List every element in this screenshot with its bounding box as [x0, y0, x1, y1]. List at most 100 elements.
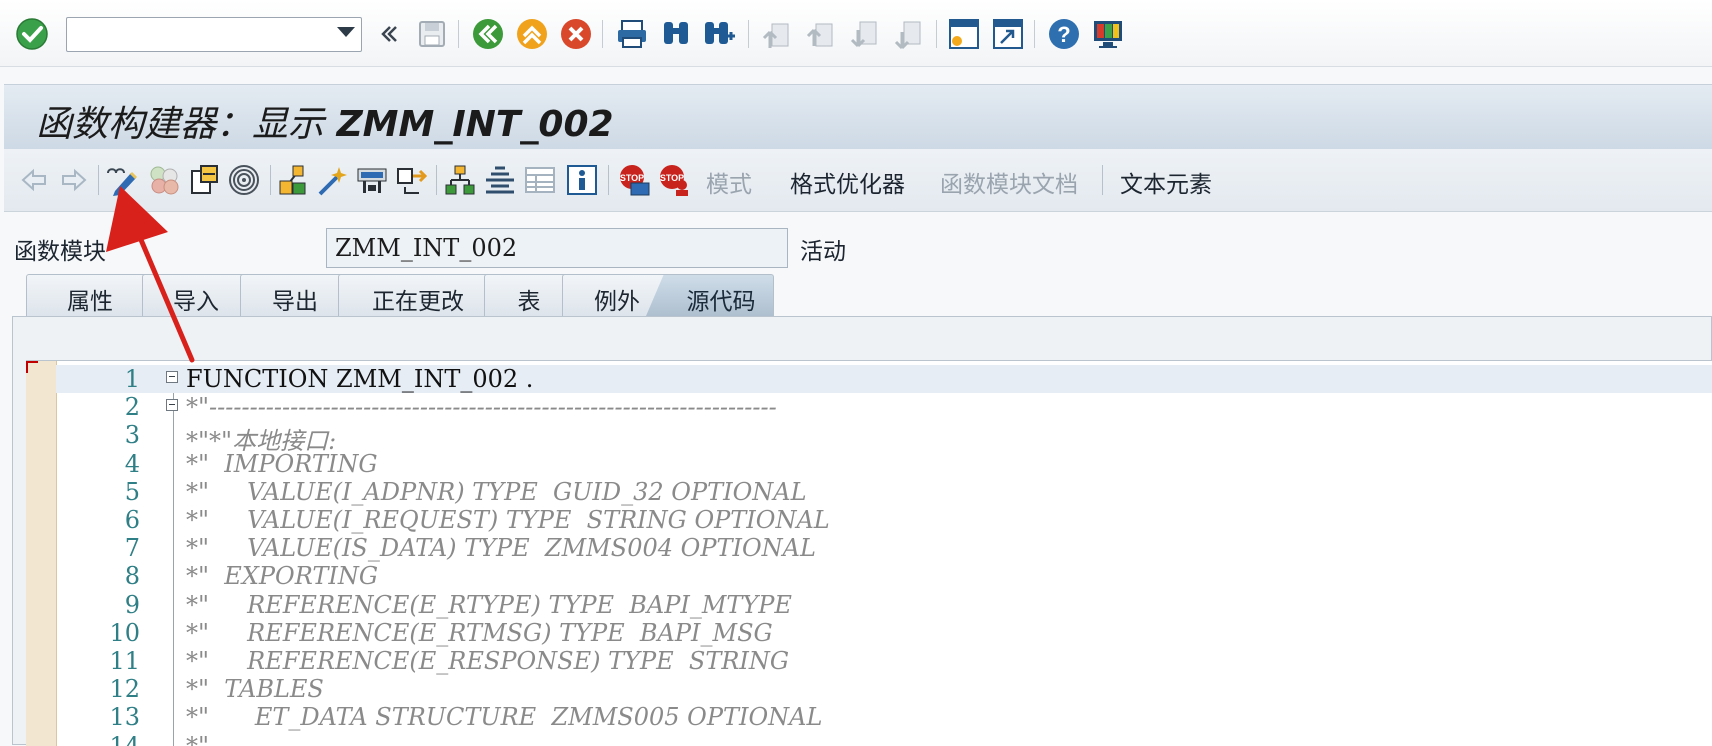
code-text: *"--------------------------------------… — [186, 731, 777, 746]
find-next-icon[interactable] — [702, 16, 738, 52]
title-bar: 函数构建器：显示 ZMM_INT_002 — [4, 84, 1712, 149]
command-input[interactable] — [73, 18, 327, 51]
code-text: *" REFERENCE(E_RTYPE) TYPE BAPI_MTYPE — [186, 590, 792, 619]
function-module-label: 函数模块 — [14, 238, 106, 264]
tab-label: 属性 — [67, 288, 113, 314]
exit-icon[interactable] — [514, 16, 550, 52]
code-line[interactable]: 6 *" VALUE(I_REQUEST) TYPE STRING OPTIONA… — [56, 506, 1712, 534]
code-text: FUNCTION ZMM_INT_002 . — [186, 365, 534, 393]
tab-label: 导入 — [173, 288, 219, 314]
pattern-button[interactable]: 模式 — [706, 165, 752, 199]
tab-label: 导出 — [272, 288, 318, 314]
page-title: 函数构建器：显示 ZMM_INT_002 — [36, 95, 614, 147]
next-page-icon[interactable] — [846, 16, 882, 52]
navigation-window-icon[interactable] — [482, 162, 518, 198]
activate-icon[interactable] — [314, 162, 350, 198]
line-number: 7 — [124, 534, 140, 563]
last-page-icon[interactable] — [890, 16, 926, 52]
help-icon[interactable]: ? — [1046, 16, 1082, 52]
tab-tables[interactable]: 表 — [484, 274, 574, 316]
fold-toggle-icon[interactable] — [166, 399, 178, 412]
object-list-icon[interactable] — [442, 162, 478, 198]
line-number: 11 — [109, 647, 140, 675]
enter-icon[interactable] — [14, 16, 50, 52]
line-number: 1 — [124, 365, 140, 393]
find-icon[interactable] — [658, 16, 694, 52]
code-text: *" EXPORTING — [186, 562, 379, 591]
code-line[interactable]: 5 *" VALUE(I_ADPNR) TYPE GUID_32 OPTIONAL — [56, 478, 1712, 506]
code-line[interactable]: 14 *"------------------------------------… — [56, 732, 1712, 746]
test-icon[interactable] — [354, 162, 390, 198]
text-elements-button[interactable]: 文本元素 — [1120, 165, 1212, 199]
first-page-icon[interactable] — [758, 16, 794, 52]
application-toolbar: STOP STOP 模式 格式优化器 函数模块文档 文本元素 — [4, 149, 1712, 212]
code-text: *" VALUE(IS_DATA) TYPE ZMMS004 OPTIONAL — [186, 534, 816, 563]
code-text: *" REFERENCE(E_RESPONSE) TYPE STRING — [186, 647, 790, 675]
system-toolbar: ? — [0, 0, 1712, 67]
active-inactive-icon[interactable] — [146, 162, 182, 198]
title-object: ZMM_INT_002 — [336, 104, 614, 145]
forward-arrow-icon[interactable] — [56, 162, 92, 198]
info-icon[interactable] — [564, 162, 600, 198]
code-text: *" ET_DATA STRUCTURE ZMMS005 OPTIONAL — [186, 703, 823, 732]
cursor-marker — [26, 361, 38, 373]
code-line[interactable]: 8 *" EXPORTING — [56, 562, 1712, 590]
code-line[interactable]: 2 *"-------------------------------------… — [56, 393, 1712, 421]
function-module-field[interactable]: ZMM_INT_002 — [326, 228, 788, 268]
line-number: 9 — [124, 590, 140, 619]
print-icon[interactable] — [614, 16, 650, 52]
code-line[interactable]: 13 *" ET_DATA STRUCTURE ZMMS005 OPTIONAL — [56, 703, 1712, 731]
line-number: 10 — [109, 618, 140, 647]
command-field[interactable] — [66, 17, 362, 52]
customize-layout-icon[interactable] — [1090, 16, 1126, 52]
new-session-icon[interactable] — [946, 16, 982, 52]
tab-source-code[interactable]: 源代码 — [646, 274, 774, 316]
expand-export-icon[interactable] — [394, 162, 430, 198]
layout-icon[interactable] — [522, 162, 558, 198]
shortcut-icon[interactable] — [990, 16, 1026, 52]
status-text: 活动 — [800, 238, 846, 264]
line-number: 8 — [124, 562, 140, 591]
svg-text:?: ? — [1057, 22, 1070, 47]
external-breakpoint-icon[interactable]: STOP — [656, 162, 692, 198]
code-line[interactable]: 11 *" REFERENCE(E_RESPONSE) TYPE STRING — [56, 647, 1712, 675]
tab-attributes[interactable]: 属性 — [26, 274, 154, 316]
check-icon[interactable] — [276, 162, 312, 198]
line-number: 4 — [124, 449, 140, 478]
back-arrow-icon[interactable] — [16, 162, 52, 198]
fold-toggle-icon[interactable] — [166, 371, 178, 383]
code-editor[interactable]: 1 FUNCTION ZMM_INT_002 . 2 *"--------------… — [26, 360, 1712, 746]
code-line[interactable]: 9 *" REFERENCE(E_RTYPE) TYPE BAPI_MTYPE — [56, 591, 1712, 619]
chevron-down-icon[interactable] — [337, 27, 355, 37]
code-text: *" TABLES — [186, 675, 324, 704]
previous-page-icon[interactable] — [802, 16, 838, 52]
title-prefix: 函数构建器：显示 — [36, 104, 325, 145]
pretty-printer-button[interactable]: 格式优化器 — [790, 165, 905, 199]
collapse-double-chevron-icon[interactable] — [370, 16, 406, 52]
code-line[interactable]: 7 *" VALUE(IS_DATA) TYPE ZMMS004 OPTIONAL — [56, 534, 1712, 562]
code-text: *"--------------------------------------… — [186, 393, 777, 422]
code-line[interactable]: 1 FUNCTION ZMM_INT_002 . — [56, 365, 1712, 393]
editor-margin — [26, 361, 57, 746]
where-used-list-icon[interactable] — [226, 162, 262, 198]
other-object-icon[interactable] — [188, 162, 224, 198]
code-line[interactable]: 10 *" REFERENCE(E_RTMSG) TYPE BAPI_MSG — [56, 619, 1712, 647]
code-line[interactable]: 12 *" TABLES — [56, 675, 1712, 703]
line-number: 5 — [124, 477, 140, 506]
tab-changing[interactable]: 正在更改 — [338, 274, 498, 316]
cancel-icon[interactable] — [558, 16, 594, 52]
save-icon[interactable] — [414, 16, 450, 52]
line-number: 12 — [109, 675, 140, 704]
code-line[interactable]: 3 *"*"本地接口: — [56, 421, 1712, 455]
code-line[interactable]: 4 *" IMPORTING — [56, 450, 1712, 478]
line-number: 2 — [124, 393, 140, 422]
display-change-icon[interactable] — [104, 162, 140, 198]
set-breakpoint-icon[interactable]: STOP — [616, 162, 652, 198]
back-icon[interactable] — [470, 16, 506, 52]
tab-import[interactable]: 导入 — [142, 274, 250, 316]
code-text: *" REFERENCE(E_RTMSG) TYPE BAPI_MSG — [186, 618, 773, 647]
function-module-documentation-button[interactable]: 函数模块文档 — [940, 165, 1078, 199]
tab-label: 正在更改 — [372, 288, 464, 314]
tab-export[interactable]: 导出 — [240, 274, 350, 316]
tab-label: 例外 — [594, 288, 640, 314]
